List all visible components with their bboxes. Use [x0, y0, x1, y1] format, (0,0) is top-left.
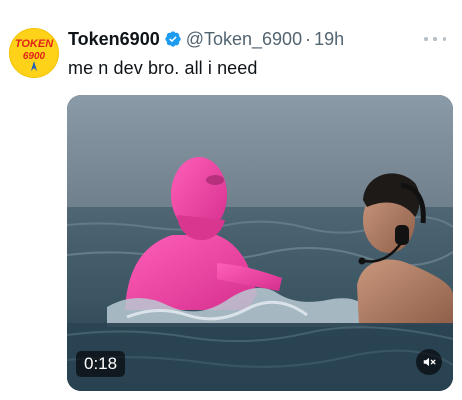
muted-speaker-icon[interactable]	[416, 349, 442, 375]
tweet-timestamp[interactable]: 19h	[314, 29, 344, 50]
video-player[interactable]: 0:18	[67, 95, 453, 391]
svg-text:6900: 6900	[23, 51, 46, 62]
verified-badge-icon[interactable]	[164, 30, 182, 48]
author-display-name[interactable]: Token6900	[68, 29, 160, 50]
more-options-icon[interactable]	[424, 29, 446, 49]
video-frame	[67, 95, 453, 391]
tweet-text: me n dev bro. all i need	[68, 58, 258, 78]
separator-dot: ·	[305, 28, 312, 49]
svg-text:TOKEN: TOKEN	[15, 38, 54, 50]
author-handle[interactable]: @Token_6900	[186, 29, 302, 50]
avatar-logo: TOKEN 6900	[10, 29, 58, 77]
tweet[interactable]: TOKEN 6900 Token6900 @Token_6900 · 19h m…	[0, 0, 462, 400]
avatar[interactable]: TOKEN 6900	[9, 28, 59, 78]
tweet-header: Token6900 @Token_6900 · 19h	[68, 27, 344, 51]
video-duration-badge: 0:18	[76, 351, 126, 377]
